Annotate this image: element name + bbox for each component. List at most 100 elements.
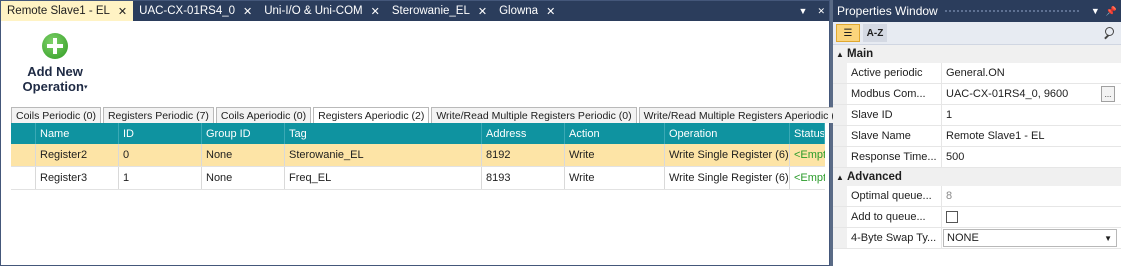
tab-coils-aperiodic[interactable]: Coils Aperiodic (0) (215, 107, 312, 123)
doc-tab-remote-slave1[interactable]: Remote Slave1 - EL ✕ (1, 1, 134, 21)
ellipsis-button[interactable]: ... (1101, 86, 1115, 102)
property-name: Optimal queue... (847, 186, 942, 206)
add-operation-line1: Add New (27, 64, 83, 79)
cell-status[interactable]: <Empty (790, 167, 825, 189)
cell-tag[interactable]: Sterowanie_EL (285, 144, 482, 166)
cell-address[interactable]: 8193 (482, 167, 565, 189)
operations-grid: Name ID Group ID Tag Address Action Oper… (11, 123, 825, 190)
add-operation-label: Add New Operation▾ (15, 64, 95, 95)
doc-tab-label: Uni-I/O & Uni-COM (264, 5, 363, 17)
row-selector[interactable] (11, 144, 36, 166)
property-row[interactable]: 4-Byte Swap Ty... NONE ▼ (833, 228, 1121, 249)
category-label: Advanced (847, 171, 902, 183)
property-row[interactable]: Slave Name Remote Slave1 - EL (833, 126, 1121, 147)
property-name: Modbus Com... (847, 84, 942, 104)
dropdown-arrow-icon[interactable]: ▼ (799, 6, 808, 16)
search-icon[interactable] (1103, 27, 1115, 39)
cell-id[interactable]: 0 (119, 144, 202, 166)
property-value[interactable]: 1 (942, 105, 1121, 125)
collapse-triangle-icon[interactable]: ▲ (833, 173, 847, 182)
property-row[interactable]: Response Time... 500 (833, 147, 1121, 168)
property-name: Slave Name (847, 126, 942, 146)
property-value: UAC-CX-01RS4_0, 9600 (946, 88, 1069, 100)
collapse-triangle-icon[interactable]: ▲ (833, 50, 847, 59)
doc-tab-uni-io[interactable]: Uni-I/O & Uni-COM ✕ (258, 1, 386, 21)
column-header-selector[interactable] (11, 123, 36, 144)
close-icon[interactable]: ✕ (546, 5, 555, 18)
categorized-view-button[interactable]: ☰ (836, 24, 860, 42)
tab-coils-periodic[interactable]: Coils Periodic (0) (11, 107, 101, 123)
property-row[interactable]: Slave ID 1 (833, 105, 1121, 126)
table-row[interactable]: Register2 0 None Sterowanie_EL 8192 Writ… (11, 144, 825, 167)
alphabetical-view-button[interactable]: A-Z (863, 24, 887, 42)
cell-operation[interactable]: Write Single Register (6) (665, 167, 790, 189)
close-icon[interactable]: ✕ (243, 5, 252, 18)
cell-status[interactable]: <Empty (790, 144, 825, 166)
cell-operation[interactable]: Write Single Register (6) (665, 144, 790, 166)
column-header-operation[interactable]: Operation (665, 123, 790, 144)
property-name: Response Time... (847, 147, 942, 167)
table-row[interactable]: Register3 1 None Freq_EL 8193 Write Writ… (11, 167, 825, 190)
property-name: Active periodic (847, 63, 942, 83)
property-row[interactable]: Modbus Com... UAC-CX-01RS4_0, 9600 ... (833, 84, 1121, 105)
property-name: Slave ID (847, 105, 942, 125)
property-name: Add to queue... (847, 207, 942, 227)
column-header-status[interactable]: Status (790, 123, 825, 144)
cell-tag[interactable]: Freq_EL (285, 167, 482, 189)
tab-strip-controls: ▼ ✕ (789, 1, 829, 21)
property-value[interactable]: Remote Slave1 - EL (942, 126, 1121, 146)
cell-name[interactable]: Register2 (36, 144, 119, 166)
properties-title-bar: Properties Window ▼ 📌 (833, 0, 1121, 22)
swap-type-select[interactable]: NONE ▼ (943, 229, 1117, 247)
document-tab-strip: Remote Slave1 - EL ✕ UAC-CX-01RS4_0 ✕ Un… (1, 1, 829, 21)
row-gutter (833, 126, 847, 146)
close-icon[interactable]: ✕ (371, 5, 380, 18)
property-value[interactable]: General.ON (942, 63, 1121, 83)
category-label: Main (847, 48, 874, 60)
categorized-icon: ☰ (843, 27, 853, 39)
cell-action[interactable]: Write (565, 144, 665, 166)
category-advanced[interactable]: ▲ Advanced (833, 168, 1121, 186)
close-icon[interactable]: ✕ (817, 6, 825, 17)
doc-tab-glowna[interactable]: Glowna ✕ (493, 1, 561, 21)
dropdown-arrow-icon[interactable]: ▼ (1091, 6, 1100, 16)
property-value[interactable]: 500 (942, 147, 1121, 167)
cell-name[interactable]: Register3 (36, 167, 119, 189)
doc-tab-uac[interactable]: UAC-CX-01RS4_0 ✕ (133, 1, 258, 21)
cell-address[interactable]: 8192 (482, 144, 565, 166)
row-gutter (833, 228, 847, 248)
properties-window: Properties Window ▼ 📌 ☰ A-Z ▲ Main Activ… (833, 0, 1121, 266)
cell-group-id[interactable]: None (202, 144, 285, 166)
add-new-operation-button[interactable]: Add New Operation▾ (15, 33, 95, 95)
tab-registers-aperiodic[interactable]: Registers Aperiodic (2) (313, 107, 430, 124)
close-icon[interactable]: ✕ (118, 5, 127, 18)
doc-tab-sterowanie[interactable]: Sterowanie_EL ✕ (386, 1, 493, 21)
property-row[interactable]: Optimal queue... 8 (833, 186, 1121, 207)
row-gutter (833, 207, 847, 227)
row-gutter (833, 84, 847, 104)
property-row[interactable]: Active periodic General.ON (833, 63, 1121, 84)
select-value: NONE (947, 232, 979, 244)
column-header-address[interactable]: Address (482, 123, 565, 144)
close-icon[interactable]: ✕ (478, 5, 487, 18)
column-header-action[interactable]: Action (565, 123, 665, 144)
add-to-queue-checkbox[interactable] (946, 211, 958, 223)
column-header-id[interactable]: ID (119, 123, 202, 144)
column-header-tag[interactable]: Tag (285, 123, 482, 144)
property-value-container[interactable]: UAC-CX-01RS4_0, 9600 ... (942, 84, 1121, 104)
row-gutter (833, 147, 847, 167)
pin-icon[interactable]: 📌 (1106, 6, 1117, 17)
cell-group-id[interactable]: None (202, 167, 285, 189)
cell-action[interactable]: Write (565, 167, 665, 189)
column-header-group-id[interactable]: Group ID (202, 123, 285, 144)
tab-write-read-multiple-aperiodic[interactable]: Write/Read Multiple Registers Aperiodic … (638, 107, 850, 123)
grid-header: Name ID Group ID Tag Address Action Oper… (11, 123, 825, 144)
column-header-name[interactable]: Name (36, 123, 119, 144)
tab-registers-periodic[interactable]: Registers Periodic (7) (102, 107, 214, 123)
row-selector[interactable] (11, 167, 36, 189)
tab-write-read-multiple-periodic[interactable]: Write/Read Multiple Registers Periodic (… (431, 107, 637, 123)
cell-id[interactable]: 1 (119, 167, 202, 189)
document-pane: Remote Slave1 - EL ✕ UAC-CX-01RS4_0 ✕ Un… (0, 0, 850, 266)
category-main[interactable]: ▲ Main (833, 45, 1121, 63)
property-row[interactable]: Add to queue... (833, 207, 1121, 228)
